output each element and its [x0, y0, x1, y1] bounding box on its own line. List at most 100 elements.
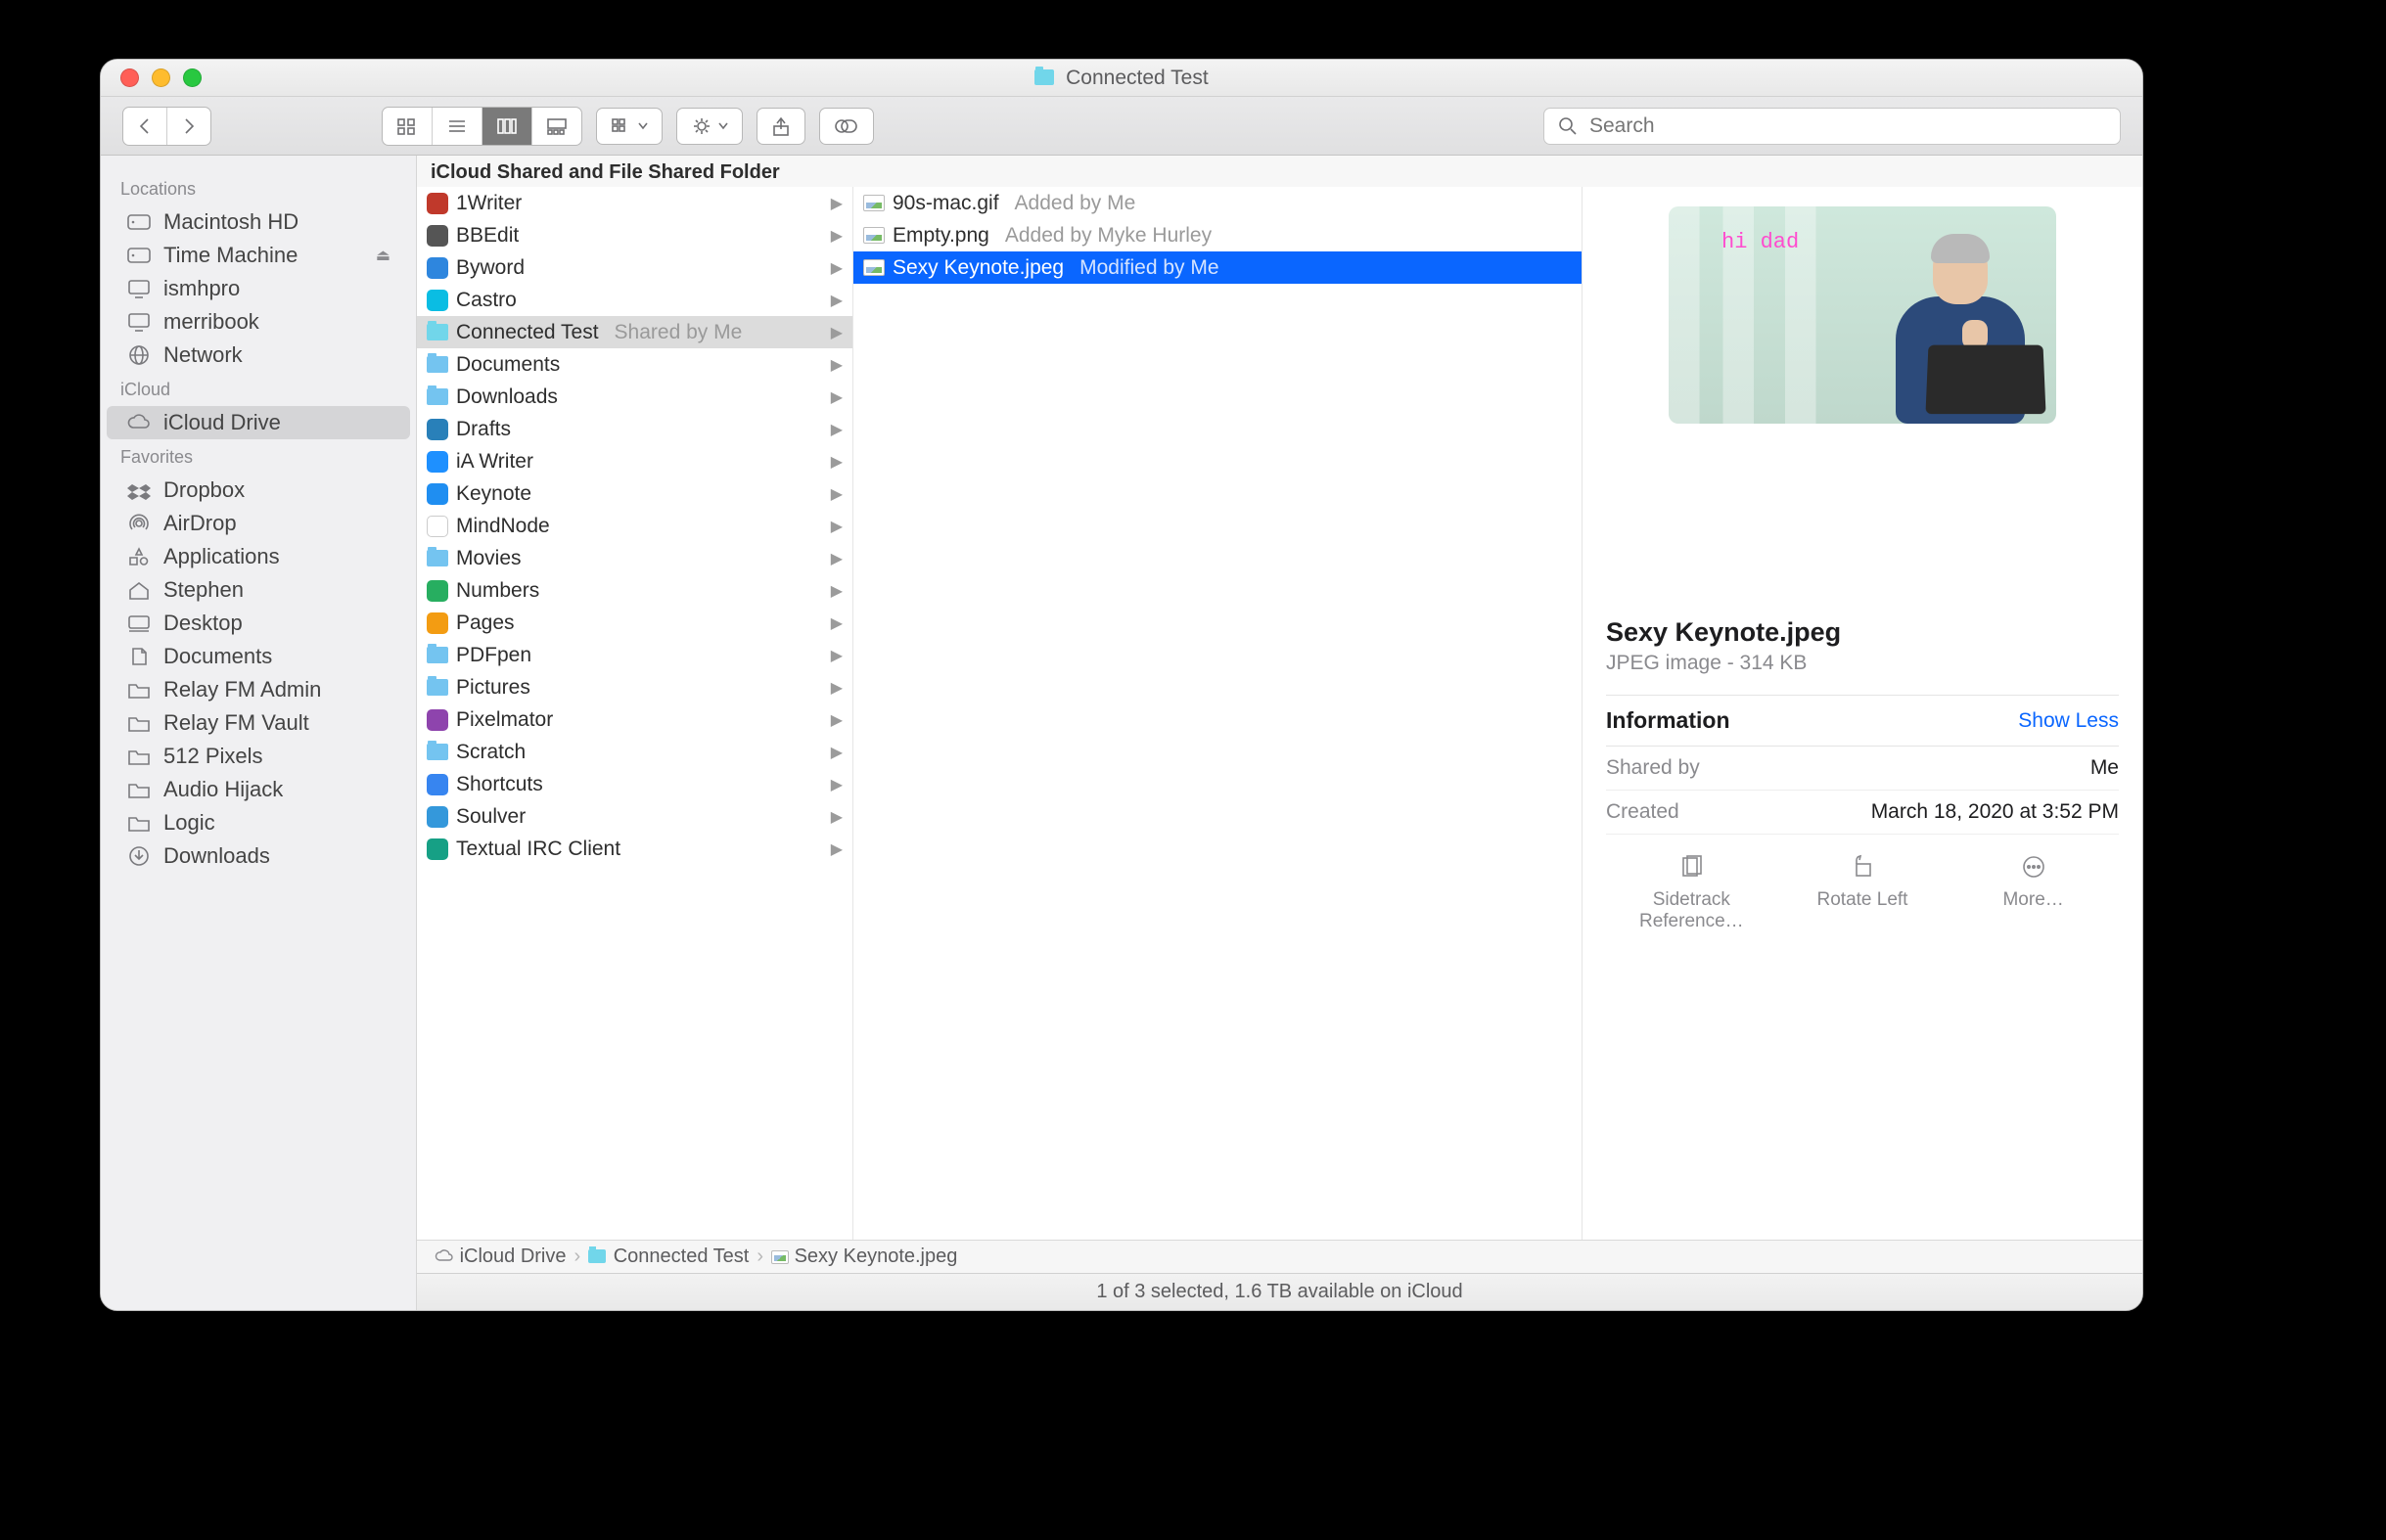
- eject-icon[interactable]: ⏏: [376, 246, 390, 265]
- show-less-button[interactable]: Show Less: [2018, 709, 2119, 733]
- sidebar-item-network[interactable]: Network: [107, 339, 410, 372]
- list-item[interactable]: iA Writer▶: [417, 445, 852, 477]
- column-2: 90s-mac.gifAdded by MeEmpty.pngAdded by …: [852, 187, 1582, 1240]
- list-item[interactable]: Byword▶: [417, 251, 852, 284]
- sidebar-item-label: Network: [163, 342, 243, 368]
- list-item[interactable]: Keynote▶: [417, 477, 852, 510]
- share-button[interactable]: [757, 108, 805, 145]
- list-view-button[interactable]: [432, 108, 482, 145]
- tags-button[interactable]: [819, 108, 874, 145]
- action-button[interactable]: [676, 108, 743, 145]
- list-item[interactable]: 1Writer▶: [417, 187, 852, 219]
- sidebar-section-header: Locations: [101, 171, 416, 205]
- list-item[interactable]: Pixelmator▶: [417, 703, 852, 736]
- list-item[interactable]: BBEdit▶: [417, 219, 852, 251]
- sidebar-item-icloud-drive[interactable]: iCloud Drive: [107, 406, 410, 439]
- sidebar-item-applications[interactable]: Applications: [107, 540, 410, 573]
- quick-action[interactable]: Sidetrack Reference…: [1632, 852, 1750, 932]
- sidebar-item-downloads[interactable]: Downloads: [107, 839, 410, 873]
- column-header: iCloud Shared and File Shared Folder: [417, 156, 2142, 187]
- app-icon: [427, 709, 448, 731]
- nav-buttons: [122, 107, 211, 146]
- sidebar-item-time-machine[interactable]: Time Machine⏏: [107, 239, 410, 272]
- list-item[interactable]: Empty.pngAdded by Myke Hurley: [853, 219, 1582, 251]
- sidebar-item-stephen[interactable]: Stephen: [107, 573, 410, 607]
- list-item[interactable]: Sexy Keynote.jpegModified by Me: [853, 251, 1582, 284]
- list-item[interactable]: Pages▶: [417, 607, 852, 639]
- quick-action[interactable]: Rotate Left: [1804, 852, 1921, 932]
- sidebar-item-label: ismhpro: [163, 276, 240, 301]
- sidebar-item-512-pixels[interactable]: 512 Pixels: [107, 740, 410, 773]
- sidebar-item-airdrop[interactable]: AirDrop: [107, 507, 410, 540]
- sidebar-item-logic[interactable]: Logic: [107, 806, 410, 839]
- app-icon: [427, 419, 448, 440]
- list-item[interactable]: Drafts▶: [417, 413, 852, 445]
- item-name: Pictures: [456, 676, 530, 700]
- sidebar-item-desktop[interactable]: Desktop: [107, 607, 410, 640]
- arrange-button[interactable]: [596, 108, 663, 145]
- list-item[interactable]: Castro▶: [417, 284, 852, 316]
- window-title-text: Connected Test: [1066, 67, 1209, 89]
- sidebar-item-merribook[interactable]: merribook: [107, 305, 410, 339]
- column-view-button[interactable]: [482, 108, 531, 145]
- chevron-right-icon: ▶: [831, 420, 843, 439]
- sidebar-item-documents[interactable]: Documents: [107, 640, 410, 673]
- path-label: iCloud Drive: [460, 1246, 567, 1267]
- app-icon: [427, 612, 448, 634]
- list-item[interactable]: Scratch▶: [417, 736, 852, 768]
- preview-quick-actions: Sidetrack Reference… Rotate Left More…: [1606, 835, 2119, 940]
- minimize-button[interactable]: [152, 68, 170, 87]
- list-item[interactable]: 90s-mac.gifAdded by Me: [853, 187, 1582, 219]
- sidebar-item-ismhpro[interactable]: ismhpro: [107, 272, 410, 305]
- item-subtext: Shared by Me: [615, 321, 743, 344]
- folder-icon: [126, 679, 152, 701]
- folder-icon: [126, 812, 152, 834]
- preview-filename: Sexy Keynote.jpeg: [1606, 617, 2119, 648]
- globe-icon: [126, 344, 152, 366]
- preview-thumbnail[interactable]: hi dad: [1669, 206, 2056, 424]
- list-item[interactable]: Numbers▶: [417, 574, 852, 607]
- sidebar-item-audio-hijack[interactable]: Audio Hijack: [107, 773, 410, 806]
- zoom-button[interactable]: [183, 68, 202, 87]
- dropbox-icon: [126, 479, 152, 501]
- path-segment[interactable]: iCloud Drive: [435, 1246, 567, 1268]
- sidebar-item-relay-fm-vault[interactable]: Relay FM Vault: [107, 706, 410, 740]
- list-item[interactable]: Movies▶: [417, 542, 852, 574]
- icon-view-button[interactable]: [383, 108, 432, 145]
- list-item[interactable]: PDFpen▶: [417, 639, 852, 671]
- sidebar-item-label: Logic: [163, 810, 215, 836]
- chevron-right-icon: ▶: [831, 323, 843, 342]
- list-item[interactable]: Soulver▶: [417, 800, 852, 833]
- search-field[interactable]: [1543, 108, 2121, 145]
- list-item[interactable]: Downloads▶: [417, 381, 852, 413]
- item-name: Byword: [456, 256, 525, 280]
- app-icon: [427, 225, 448, 247]
- chevron-right-icon: ▶: [831, 355, 843, 375]
- list-item[interactable]: Textual IRC Client▶: [417, 833, 852, 865]
- sidebar-item-dropbox[interactable]: Dropbox: [107, 474, 410, 507]
- list-item[interactable]: MindNode▶: [417, 510, 852, 542]
- sidebar-item-macintosh-hd[interactable]: Macintosh HD: [107, 205, 410, 239]
- list-item[interactable]: Documents▶: [417, 348, 852, 381]
- hdd-icon: [126, 211, 152, 233]
- folder-icon: [427, 744, 448, 760]
- action-label: Rotate Left: [1804, 889, 1921, 911]
- sidebar-item-label: Applications: [163, 544, 280, 569]
- list-item[interactable]: Pictures▶: [417, 671, 852, 703]
- quick-action[interactable]: More…: [1975, 852, 2092, 932]
- sidebar-item-relay-fm-admin[interactable]: Relay FM Admin: [107, 673, 410, 706]
- app-icon: [427, 257, 448, 279]
- forward-button[interactable]: [166, 108, 210, 145]
- chevron-right-icon: ▶: [831, 775, 843, 794]
- close-button[interactable]: [120, 68, 139, 87]
- list-item[interactable]: Shortcuts▶: [417, 768, 852, 800]
- info-key: Shared by: [1606, 756, 1700, 780]
- path-segment[interactable]: Sexy Keynote.jpeg: [771, 1246, 957, 1268]
- search-icon: [1558, 116, 1578, 136]
- back-button[interactable]: [123, 108, 166, 145]
- search-input[interactable]: [1587, 113, 2106, 139]
- chevron-right-icon: ▶: [831, 807, 843, 827]
- gallery-view-button[interactable]: [531, 108, 581, 145]
- path-segment[interactable]: Connected Test: [588, 1246, 749, 1268]
- list-item[interactable]: Connected TestShared by Me▶: [417, 316, 852, 348]
